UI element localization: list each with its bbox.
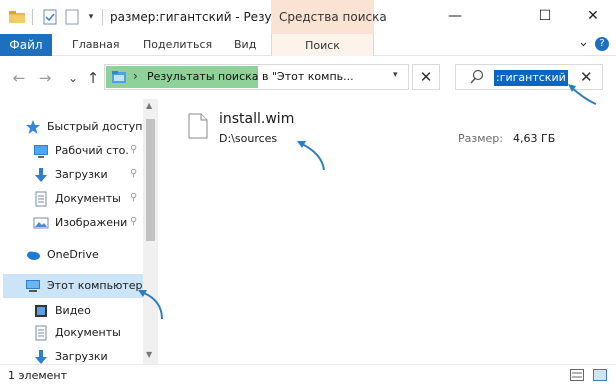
sidebar-item-pictures[interactable]: Изображени ⚲ — [0, 211, 143, 235]
tab-search[interactable]: Поиск — [271, 34, 374, 56]
close-button[interactable]: ✕ — [570, 0, 616, 31]
sidebar-item-label: Этот компьютер — [47, 279, 143, 292]
forward-button[interactable]: → — [36, 68, 54, 88]
desktop-icon — [33, 143, 49, 159]
item-count: 1 элемент — [8, 369, 67, 382]
tab-share[interactable]: Поделиться — [143, 38, 212, 51]
sidebar-item-documents[interactable]: Документы ⚲ — [0, 187, 143, 211]
cloud-icon — [25, 247, 41, 263]
pin-icon: ⚲ — [130, 192, 138, 203]
details-view-icon[interactable] — [570, 369, 584, 381]
contextual-tab-group: Средства поиска — [271, 0, 387, 34]
ribbon-tabs: Файл Главная Поделиться Вид Поиск ⌄ ? — [0, 34, 616, 56]
sidebar-item-label: Документы — [55, 192, 121, 205]
scroll-down-icon[interactable]: ▼ — [146, 350, 152, 359]
star-icon — [25, 119, 41, 135]
results-pane: install.wim D:\sources Размер: 4,63 ГБ — [158, 99, 616, 364]
file-name[interactable]: install.wim — [219, 111, 294, 127]
address-dropdown-icon[interactable]: ▾ — [393, 70, 398, 80]
annotation-arrow-icon — [568, 84, 597, 105]
video-icon — [33, 303, 49, 319]
document-icon — [33, 325, 49, 341]
sidebar-item-label: Загрузки — [55, 350, 108, 363]
up-button[interactable]: ↑ — [84, 68, 102, 88]
breadcrumb[interactable]: Результаты поиска в "Этот компь... — [147, 70, 354, 83]
file-size-value: 4,63 ГБ — [513, 132, 556, 145]
computer-icon — [25, 278, 41, 294]
tab-home[interactable]: Главная — [72, 38, 120, 51]
tab-file[interactable]: Файл — [0, 34, 52, 56]
file-size-label: Размер: — [458, 132, 503, 145]
divider — [102, 9, 103, 25]
sidebar-item-onedrive[interactable]: OneDrive — [0, 243, 143, 267]
sidebar-scrollbar[interactable]: ▲ ▼ — [143, 99, 158, 364]
divider — [32, 9, 33, 25]
cancel-search-button[interactable]: ✕ — [412, 64, 440, 90]
search-input[interactable]: :гигантский — [494, 70, 568, 86]
pin-icon: ⚲ — [130, 168, 138, 179]
document-icon — [33, 191, 49, 207]
folder-icon[interactable] — [8, 9, 26, 25]
breadcrumb-location: в "Этот компь... — [258, 70, 354, 83]
sidebar-item-label: Быстрый доступ — [47, 120, 143, 133]
help-icon[interactable]: ? — [595, 37, 609, 51]
contextual-tab-label: Средства поиска — [279, 10, 387, 24]
sidebar-item-label: Видео — [55, 304, 91, 317]
pin-icon: ⚲ — [130, 216, 138, 227]
sidebar-item-videos[interactable]: Видео — [0, 299, 143, 323]
pin-icon: ⚲ — [130, 144, 138, 155]
title-bar: ▾ размер:гигантский - Резуль Средства по… — [0, 0, 616, 34]
sidebar-item-desktop[interactable]: Рабочий сто. ⚲ — [0, 139, 143, 163]
sidebar-item-documents-pc[interactable]: Документы — [0, 321, 143, 345]
picture-icon — [33, 215, 49, 231]
download-icon — [33, 349, 49, 364]
maximize-button[interactable]: ☐ — [522, 0, 568, 31]
customize-toolbar-icon[interactable]: ▾ — [86, 9, 96, 25]
address-bar[interactable]: › Результаты поиска в "Этот компь... ▾ — [104, 64, 409, 90]
scrollbar-thumb[interactable] — [146, 119, 155, 241]
large-icons-view-icon[interactable] — [593, 369, 607, 381]
file-path: D:\sources — [219, 132, 278, 145]
sidebar-item-label: Рабочий сто. — [55, 144, 129, 157]
scroll-up-icon[interactable]: ▲ — [146, 101, 152, 110]
search-results-icon — [111, 70, 127, 84]
annotation-arrow-icon — [297, 141, 325, 171]
search-icon — [470, 69, 484, 88]
status-bar: 1 элемент — [0, 364, 616, 385]
sidebar-item-label: Изображени — [55, 216, 128, 229]
ribbon-collapse-icon[interactable]: ⌄ — [578, 35, 589, 50]
tab-view[interactable]: Вид — [234, 38, 256, 51]
properties-icon[interactable] — [42, 9, 58, 25]
minimize-button[interactable]: — — [432, 0, 478, 31]
sidebar-item-downloads-pc[interactable]: Загрузки — [0, 345, 143, 364]
navigation-pane: Быстрый доступ Рабочий сто. ⚲ Загрузки ⚲… — [0, 99, 158, 364]
window-title: размер:гигантский - Резуль — [110, 10, 287, 24]
back-button[interactable]: ← — [10, 68, 28, 88]
file-icon — [188, 113, 208, 139]
navigation-bar: ← → ⌄ ↑ › Результаты поиска в "Этот комп… — [0, 57, 616, 99]
sidebar-item-label: Загрузки — [55, 168, 108, 181]
download-icon — [33, 167, 49, 183]
annotation-arrow-icon — [138, 290, 163, 320]
recent-locations-button[interactable]: ⌄ — [64, 68, 82, 88]
breadcrumb-chevron[interactable]: › — [133, 69, 138, 83]
sidebar-item-downloads[interactable]: Загрузки ⚲ — [0, 163, 143, 187]
sidebar-item-label: OneDrive — [47, 248, 99, 261]
sidebar-item-label: Документы — [55, 326, 121, 339]
new-folder-icon[interactable] — [64, 9, 80, 25]
sidebar-item-this-pc[interactable]: Этот компьютер — [3, 274, 143, 298]
sidebar-item-quick-access[interactable]: Быстрый доступ — [0, 115, 143, 139]
breadcrumb-search-results: Результаты поиска — [147, 70, 259, 83]
